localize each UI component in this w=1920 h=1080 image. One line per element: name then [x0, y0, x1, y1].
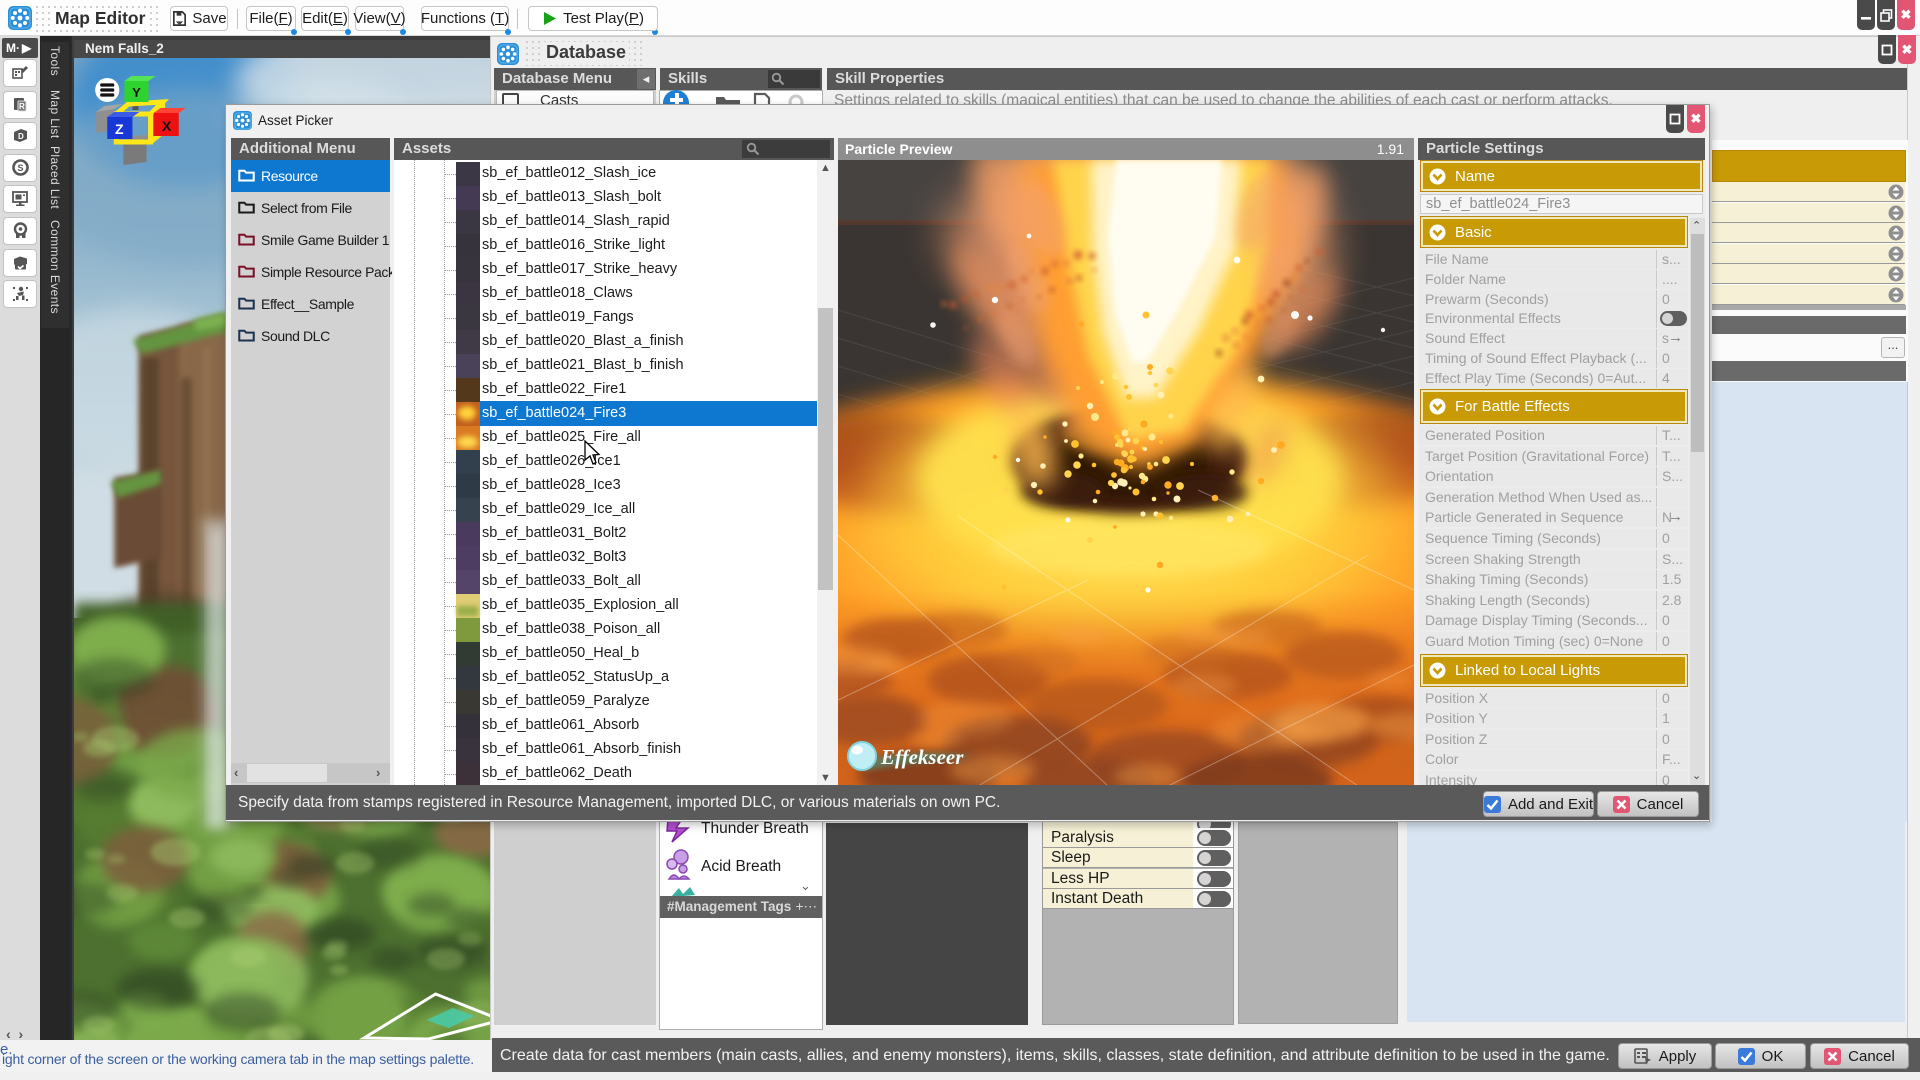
svg-text:D: D: [18, 132, 24, 141]
svg-text:Effekseer: Effekseer: [880, 745, 964, 769]
svg-text:Z: Z: [115, 121, 124, 137]
svg-text:Y: Y: [132, 85, 141, 100]
svg-text:X: X: [162, 118, 172, 134]
svg-text:S: S: [18, 163, 24, 173]
svg-text:R: R: [19, 102, 25, 111]
